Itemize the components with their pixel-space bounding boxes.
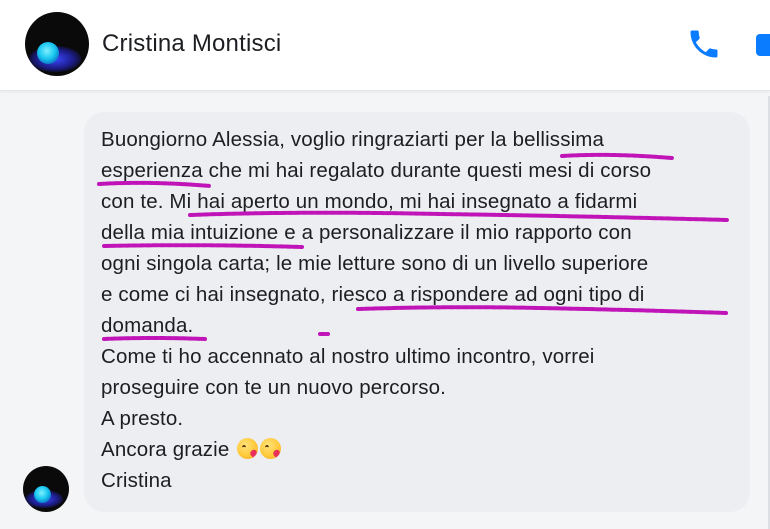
message-line: della mia intuizione e a personalizzare … [101, 221, 632, 244]
message-line: e come ci hai insegnato, riesco a rispon… [101, 283, 645, 306]
phone-icon[interactable] [686, 26, 722, 62]
message-line: Ancora grazie [101, 438, 230, 461]
message-line: proseguire con te un nuovo percorso. [101, 376, 447, 399]
message-line: ogni singola carta; le mie letture sono … [101, 252, 649, 275]
message-line-with-emoji: Ancora grazie [101, 434, 741, 465]
kiss-emoji-icon [260, 438, 282, 459]
message-text: Buongiorno Alessia, voglio ringraziarti … [101, 124, 741, 496]
video-camera-icon[interactable] [756, 34, 770, 56]
message-line: domanda. [101, 314, 194, 337]
avatar-light [37, 42, 59, 64]
conversation-header: Cristina Montisci [0, 0, 770, 91]
message-line: esperienza che mi hai regalato durante q… [101, 159, 652, 182]
avatar-light [34, 486, 51, 503]
message-line: Come ti ho accennato al nostro ultimo in… [101, 345, 595, 368]
message-signature: Cristina [101, 469, 172, 492]
message-line: Buongiorno Alessia, voglio ringraziarti … [101, 128, 605, 151]
contact-avatar[interactable] [25, 12, 89, 76]
contact-name[interactable]: Cristina Montisci [102, 30, 281, 58]
message-line: A presto. [101, 407, 184, 430]
message-line: con te. Mi hai aperto un mondo, mi hai i… [101, 190, 638, 213]
sender-avatar[interactable] [23, 466, 69, 512]
kiss-emoji-icon [237, 438, 259, 459]
